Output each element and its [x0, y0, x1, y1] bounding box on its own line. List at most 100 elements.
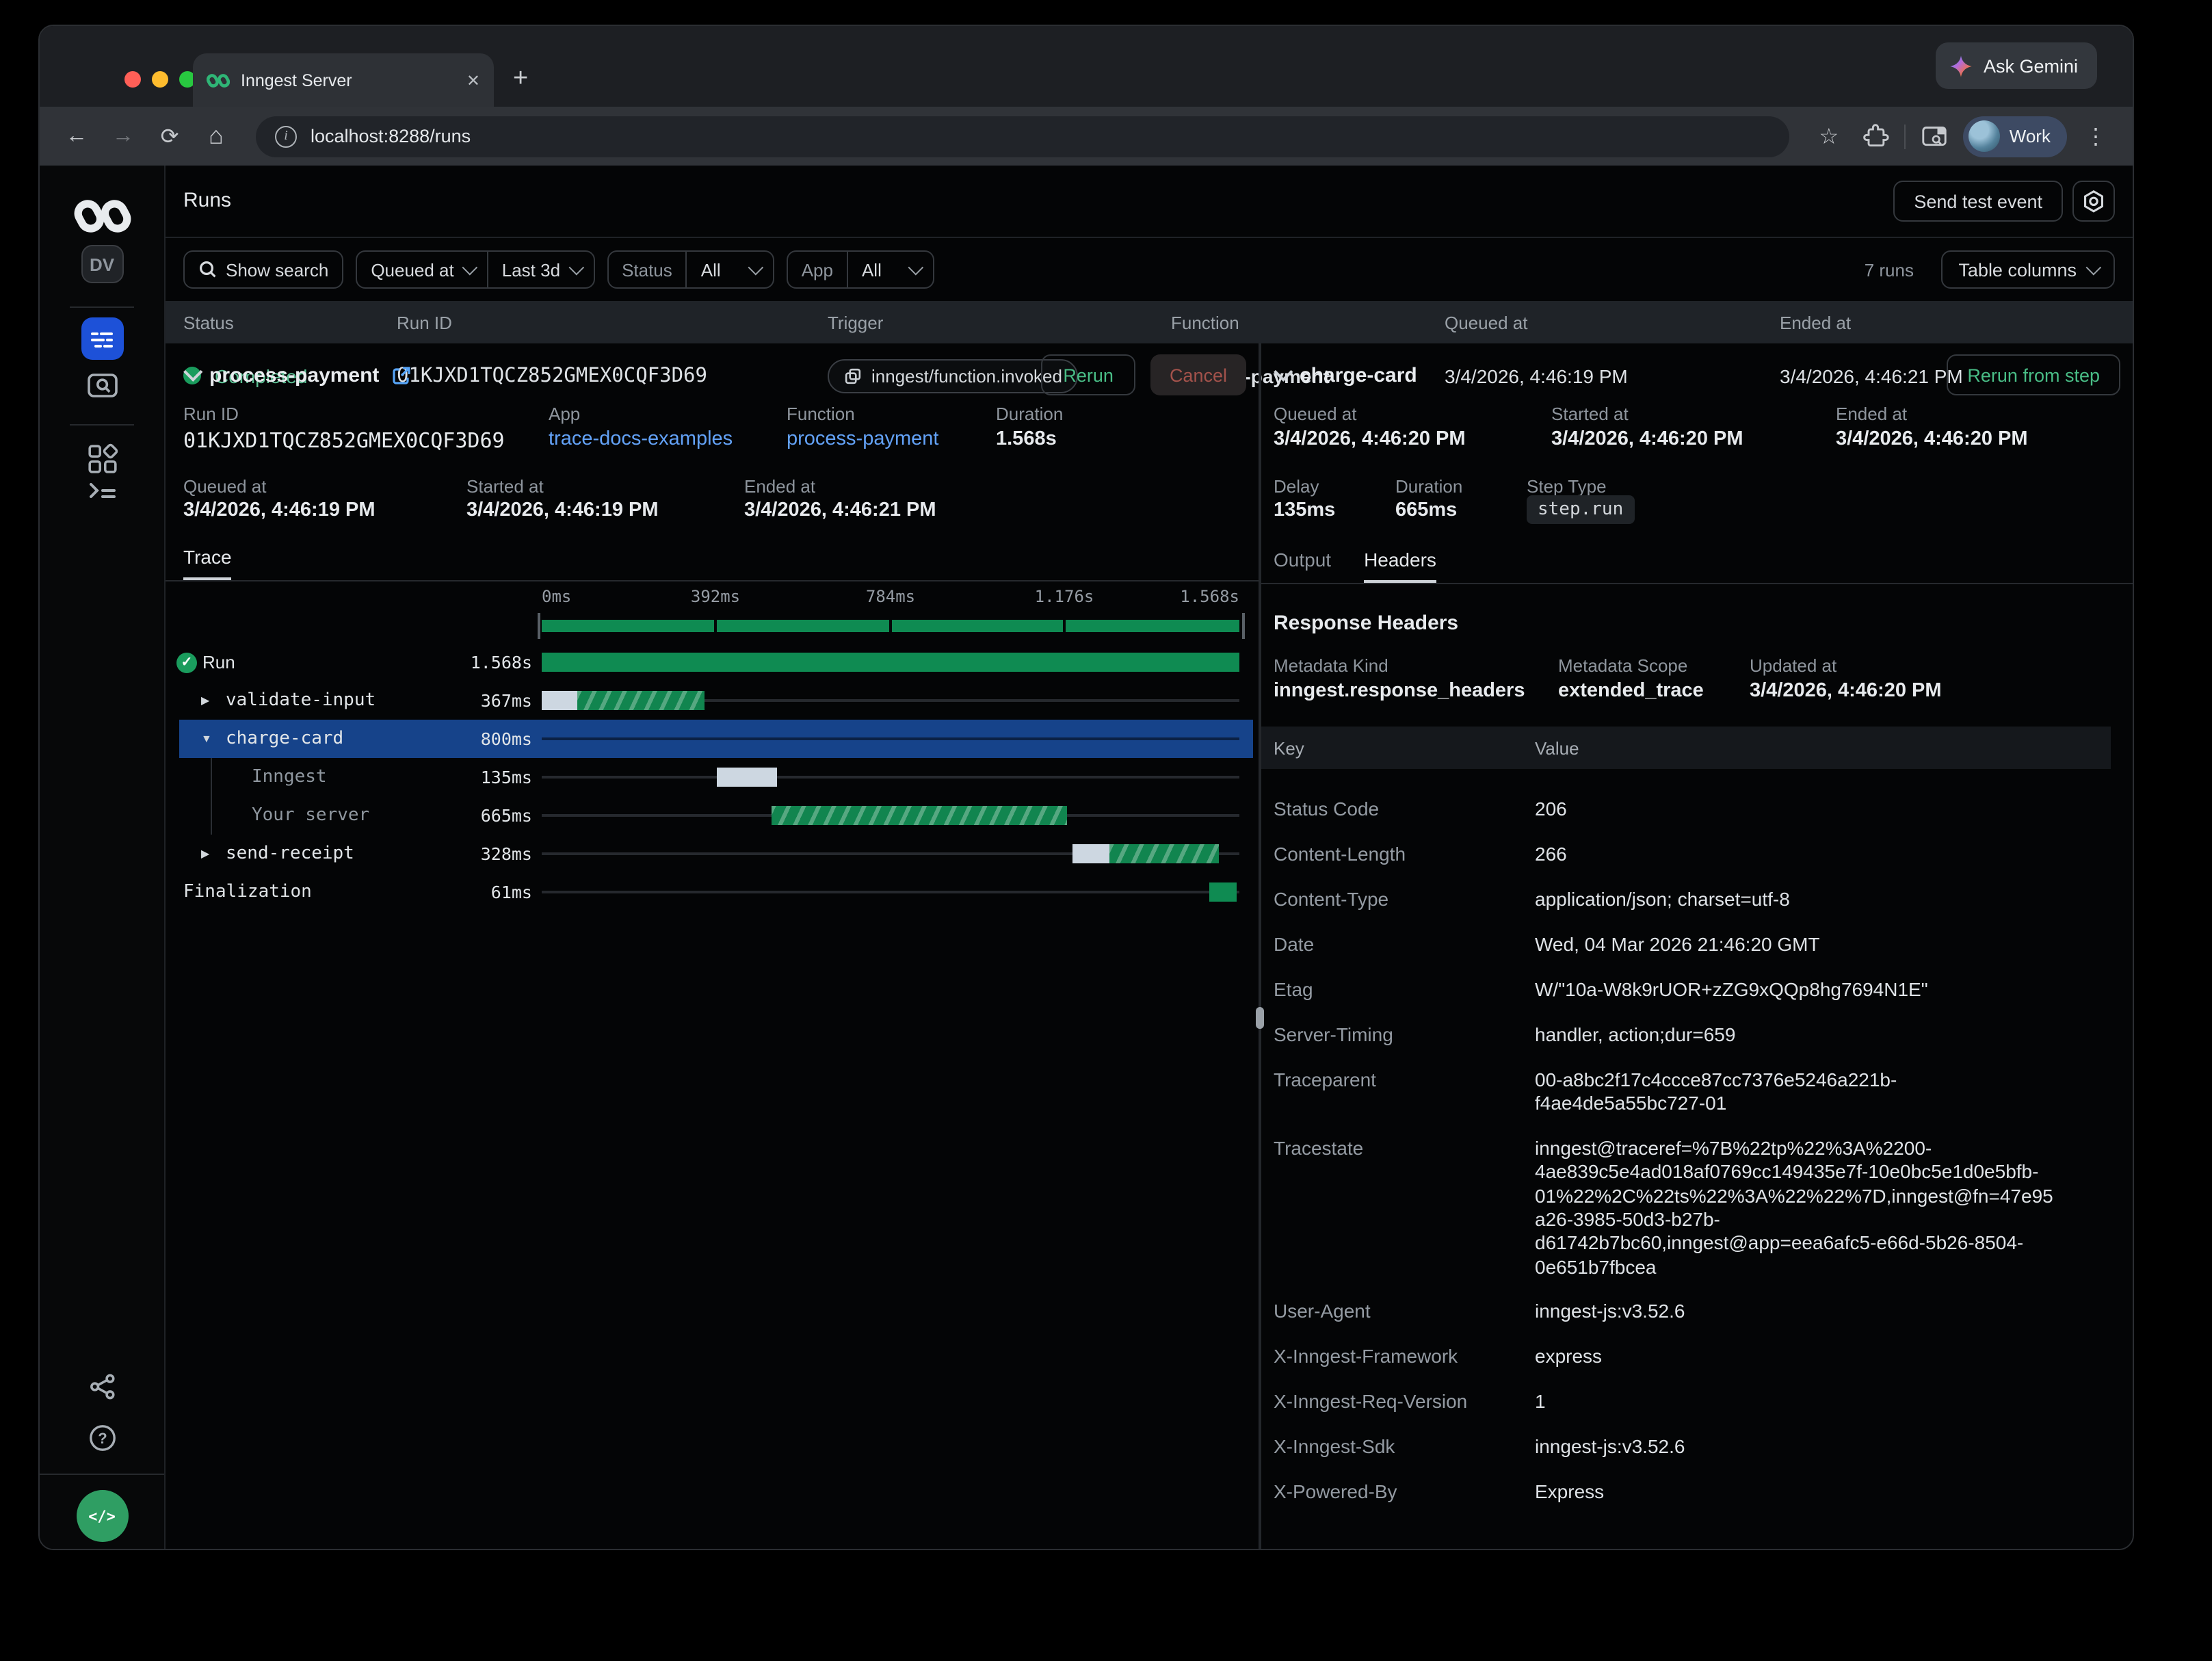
tab-close-icon[interactable]: ✕	[466, 70, 480, 90]
trace-row-send-receipt[interactable]: ▶ send-receipt 328ms	[166, 835, 1257, 873]
browser-profile-chip[interactable]: Work	[1963, 116, 2067, 157]
timeline-minimap[interactable]	[542, 620, 1239, 632]
trace-row-inngest-delay[interactable]: Inngest 135ms	[166, 758, 1257, 796]
close-window-button[interactable]	[124, 71, 141, 88]
browser-menu-kebab-icon[interactable]: ⋮	[2078, 122, 2114, 150]
header-row-date: DateWed, 04 Mar 2026 21:46:20 GMT	[1261, 922, 2111, 967]
rerun-button[interactable]: Rerun	[1041, 354, 1135, 395]
main-content: Runs Send test event Sh	[166, 166, 2133, 1550]
caret-down-icon[interactable]: ▼	[201, 733, 212, 745]
home-icon[interactable]: ⌂	[198, 122, 234, 151]
started-at-label: Started at	[466, 476, 544, 497]
site-info-icon[interactable]: i	[275, 125, 297, 147]
code-icon: </>	[88, 1507, 116, 1525]
queued-at-range-filter[interactable]: Queued at Last 3d	[356, 250, 594, 289]
settings-gear-button[interactable]	[2072, 181, 2115, 222]
show-search-button[interactable]: Show search	[183, 250, 343, 289]
trace-bar-segment-solid	[542, 653, 1239, 672]
cancel-button[interactable]: Cancel	[1150, 354, 1246, 395]
header-row-server-timing: Server-Timinghandler, action;dur=659	[1261, 1012, 2111, 1058]
step-detail-panel: charge-card Rerun from step Queued at 3/…	[1261, 343, 2133, 1550]
chevron-down-icon	[2086, 260, 2102, 276]
trace-row-run[interactable]: ✓ Run 1.568s	[166, 643, 1257, 681]
extensions-icon[interactable]	[1858, 122, 1893, 150]
caret-right-icon[interactable]: ▶	[201, 694, 209, 707]
header-row-tracestate: Tracestateinngest@traceref=%7B%22tp%22%3…	[1261, 1126, 2111, 1290]
side-panel-search-icon[interactable]	[1917, 124, 1952, 148]
column-value: Value	[1535, 737, 1579, 758]
header-row-x-inngest-req-version: X-Inngest-Req-Version1	[1261, 1380, 2111, 1425]
tab-headers[interactable]: Headers	[1364, 549, 1436, 583]
sidebar-item-share[interactable]	[88, 1372, 116, 1401]
caret-right-icon[interactable]: ▶	[201, 848, 209, 860]
browser-window: Inngest Server ✕ + Ask Gemini ← → ⟳ ⌂ i …	[38, 25, 2134, 1550]
chevron-down-icon	[568, 260, 584, 276]
sidebar-item-help[interactable]: ?	[87, 1423, 117, 1453]
step-queued-label: Queued at	[1274, 404, 1356, 424]
minimize-window-button[interactable]	[152, 71, 168, 88]
bookmark-star-icon[interactable]: ☆	[1811, 122, 1847, 150]
queued-at-label: Queued at	[183, 476, 266, 497]
send-test-event-button[interactable]: Send test event	[1893, 181, 2063, 222]
check-circle-icon: ✓	[176, 652, 197, 672]
collapse-chevron-icon[interactable]	[1274, 363, 1293, 382]
workspace-badge[interactable]: DV	[81, 245, 123, 283]
step-type-label: Step Type	[1527, 476, 1607, 497]
tab-trace[interactable]: Trace	[183, 546, 232, 580]
app-link[interactable]: trace-docs-examples	[549, 428, 733, 450]
ask-gemini-button[interactable]: Ask Gemini	[1936, 42, 2097, 89]
app-filter[interactable]: App All	[787, 250, 935, 289]
address-bar[interactable]: i localhost:8288/runs	[256, 116, 1789, 157]
trace-row-finalization[interactable]: Finalization 61ms	[166, 873, 1257, 911]
forward-icon[interactable]: →	[105, 124, 141, 148]
step-duration-label: Duration	[1395, 476, 1462, 497]
column-queued-at: Queued at	[1445, 312, 1527, 332]
external-link-icon[interactable]	[391, 365, 412, 385]
header-row-content-type: Content-Typeapplication/json; charset=ut…	[1261, 877, 2111, 922]
metadata-scope-value: extended_trace	[1558, 680, 1704, 702]
sidebar-item-apps[interactable]	[86, 443, 118, 475]
trace-name: Inngest	[252, 767, 327, 787]
back-icon[interactable]: ←	[59, 124, 94, 148]
sidebar-item-inspect[interactable]	[85, 371, 118, 400]
collapse-chevron-icon[interactable]	[183, 363, 202, 382]
trace-duration: 800ms	[384, 729, 532, 749]
workspace-badge-label: DV	[90, 254, 114, 274]
apps-grid-icon	[86, 443, 118, 475]
rerun-from-step-button[interactable]: Rerun from step	[1947, 354, 2120, 395]
browser-tab-bar: Inngest Server ✕ + Ask Gemini	[40, 26, 2133, 107]
trace-row-charge-card[interactable]: ▼ charge-card 800ms	[166, 720, 1257, 758]
column-run-id: Run ID	[397, 312, 452, 332]
trace-name: Run	[202, 652, 235, 672]
sidebar-divider	[70, 424, 134, 426]
inngest-logo	[73, 197, 131, 235]
runs-list-icon	[88, 325, 116, 352]
headers-table-header: Key Value	[1261, 727, 2111, 769]
app-label: App	[549, 404, 580, 424]
run-detail-title: process-payment	[209, 363, 379, 387]
step-started-at: 3/4/2026, 4:46:20 PM	[1551, 428, 1743, 450]
runs-count: 7 runs	[1865, 259, 1914, 280]
sidebar-item-runs[interactable]	[81, 317, 123, 360]
header-row-x-inngest-framework: X-Inngest-Frameworkexpress	[1261, 1335, 2111, 1380]
gear-icon	[2081, 188, 2107, 214]
reload-icon[interactable]: ⟳	[152, 122, 187, 150]
axis-tick: 1.568s	[1180, 587, 1239, 606]
table-columns-label: Table columns	[1958, 259, 2077, 280]
sidebar-item-terminal[interactable]	[86, 478, 118, 503]
dev-mode-button[interactable]: </>	[76, 1490, 128, 1542]
tab-output[interactable]: Output	[1274, 549, 1331, 583]
queued-at: 3/4/2026, 4:46:19 PM	[183, 499, 376, 521]
status-filter[interactable]: Status All	[607, 250, 774, 289]
new-tab-button[interactable]: +	[513, 62, 528, 97]
function-link[interactable]: process-payment	[787, 428, 938, 450]
trace-row-validate-input[interactable]: ▶ validate-input 367ms	[166, 681, 1257, 720]
table-columns-button[interactable]: Table columns	[1940, 250, 2115, 289]
trace-row-your-server[interactable]: Your server 665ms	[166, 796, 1257, 835]
trace-name: validate-input	[226, 690, 376, 711]
browser-tab[interactable]: Inngest Server ✕	[193, 53, 494, 107]
sidebar-divider	[40, 1474, 164, 1475]
step-started-label: Started at	[1551, 404, 1629, 424]
function-label: Function	[787, 404, 855, 424]
ended-at-label: Ended at	[744, 476, 815, 497]
